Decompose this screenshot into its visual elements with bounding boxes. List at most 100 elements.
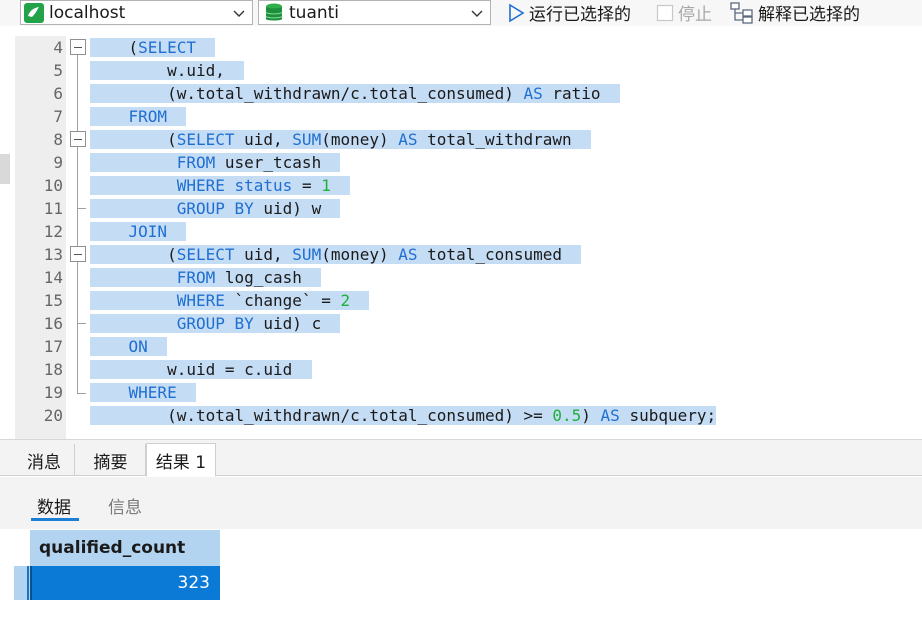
sql-text: uid) w <box>253 199 341 218</box>
tab-result-1[interactable]: 结果 1 <box>146 443 216 477</box>
result-subtab-bar: 数据 信息 <box>0 477 922 529</box>
stop-checkbox-icon <box>656 4 674 22</box>
selected-text: w.uid, <box>90 61 245 80</box>
selected-text: (SELECT uid, SUM(money) AS total_consume… <box>90 245 582 264</box>
code-line: (w.total_withdrawn/c.total_consumed) >= … <box>90 404 717 427</box>
connection-select[interactable]: localhost <box>20 0 253 25</box>
database-label: tuanti <box>289 2 340 23</box>
sql-keyword: AS <box>398 245 418 264</box>
line-number: 11 <box>43 199 63 218</box>
database-select[interactable]: tuanti <box>258 0 491 25</box>
sql-keyword: status <box>234 176 293 195</box>
sql-editor[interactable]: 4 5 6 7 8 9 10 11 12 13 14 15 16 17 18 19 20 (SELECT w.u… <box>0 36 922 439</box>
selected-text: (w.total_withdrawn/c.total_consumed) AS … <box>90 84 620 103</box>
fold-column <box>66 36 90 439</box>
subtab-data[interactable]: 数据 <box>37 493 71 518</box>
selected-text: FROM user_tcash <box>90 153 341 172</box>
column-header[interactable]: qualified_count <box>30 530 220 566</box>
line-number: 5 <box>53 61 63 80</box>
tab-label: 消息 <box>27 452 61 473</box>
sql-text: (w.total_withdrawn/c.total_consumed) <box>90 84 524 103</box>
run-icon <box>507 3 525 23</box>
database-icon <box>265 3 283 20</box>
selected-text: GROUP BY uid) c <box>90 314 341 333</box>
line-number: 17 <box>43 337 63 356</box>
cell-value: 323 <box>177 573 210 593</box>
sql-keyword: WHERE <box>176 291 225 310</box>
subtab-info[interactable]: 信息 <box>108 493 142 518</box>
line-number: 7 <box>53 107 63 126</box>
sql-text: uid) c <box>253 314 341 333</box>
toolbar: localhost tuanti 运行已选择的 停止 解释已选择的 <box>0 0 922 26</box>
tab-messages[interactable]: 消息 <box>14 444 75 476</box>
stop-button[interactable]: 停止 <box>656 0 712 25</box>
code-line: GROUP BY uid) c <box>90 312 341 335</box>
explain-selected-button[interactable]: 解释已选择的 <box>730 0 860 25</box>
sql-keyword: SUM <box>292 245 322 264</box>
tab-summary[interactable]: 摘要 <box>76 444 146 476</box>
selected-text: JOIN <box>90 222 187 241</box>
sql-text: (money) <box>321 245 399 264</box>
line-number: 15 <box>43 291 63 310</box>
explain-icon <box>730 1 754 24</box>
chevron-down-icon <box>233 10 245 17</box>
sql-text: `change` = <box>224 291 341 310</box>
fold-toggle-icon[interactable] <box>70 246 86 262</box>
chevron-down-icon <box>471 10 483 17</box>
connection-icon <box>24 2 44 23</box>
code-line: GROUP BY uid) w <box>90 197 341 220</box>
sql-keyword: FROM <box>176 153 216 172</box>
run-selected-button[interactable]: 运行已选择的 <box>507 0 631 25</box>
selected-text: FROM <box>90 107 187 126</box>
active-subtab-indicator <box>31 518 79 521</box>
line-number: 6 <box>53 84 63 103</box>
line-number: 8 <box>53 130 63 149</box>
sql-text: subquery; <box>619 406 717 425</box>
sql-text: w.uid = c.uid <box>90 360 312 379</box>
sql-keyword: GROUP BY <box>176 314 254 333</box>
explain-selected-label: 解释已选择的 <box>758 5 860 25</box>
sql-text: total_consumed <box>417 245 582 264</box>
code-line: (SELECT <box>90 36 216 59</box>
sql-keyword: AS <box>398 130 418 149</box>
code-line: w.uid, <box>90 59 245 82</box>
fold-toggle-icon[interactable] <box>70 39 86 55</box>
run-selected-label: 运行已选择的 <box>529 5 631 25</box>
sql-text: w.uid, <box>90 61 245 80</box>
selected-text: ON <box>90 337 168 356</box>
result-tab-bar: 消息 摘要 结果 1 <box>0 440 922 477</box>
line-number: 9 <box>53 153 63 172</box>
sql-keyword: WHERE <box>128 383 177 402</box>
sql-text: ratio <box>542 84 620 103</box>
selected-text: WHERE status = 1 <box>90 176 351 195</box>
code-line: JOIN <box>90 220 187 243</box>
code-line: WHERE `change` = 2 <box>90 289 370 312</box>
line-number: 4 <box>53 38 63 57</box>
sql-keyword: SUM <box>292 130 322 149</box>
code-line: FROM log_cash <box>90 266 322 289</box>
selected-text: (SELECT <box>90 38 216 57</box>
sql-text: ( <box>90 130 177 149</box>
line-number: 10 <box>43 176 63 195</box>
sql-text: user_tcash <box>215 153 341 172</box>
sql-keyword: AS <box>523 84 543 103</box>
fold-end-marker <box>77 393 86 394</box>
scroll-marker <box>0 154 10 184</box>
grid-cell[interactable]: 323 <box>30 566 220 600</box>
sql-keyword: SELECT <box>176 245 235 264</box>
sql-text: ( <box>90 38 139 57</box>
fold-toggle-icon[interactable] <box>70 131 86 147</box>
row-indicator[interactable] <box>14 566 30 600</box>
